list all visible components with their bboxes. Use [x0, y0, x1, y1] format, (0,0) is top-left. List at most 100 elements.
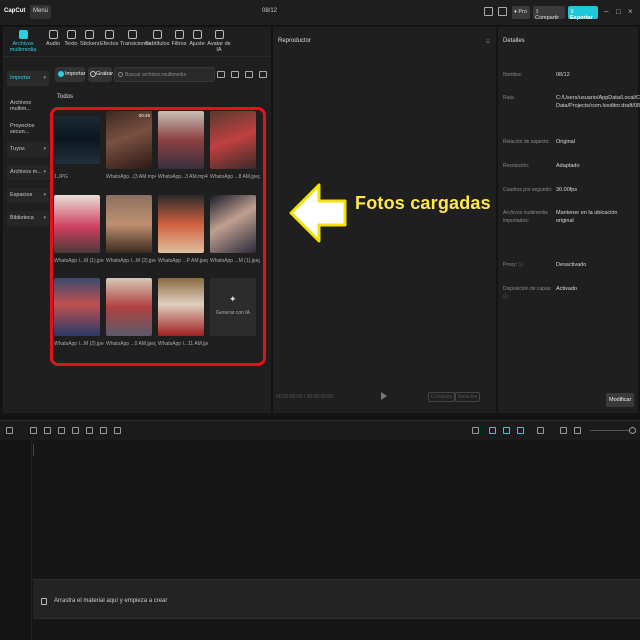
split-icon[interactable]: [58, 427, 65, 434]
detail-key: Archivos multimedia importados:: [503, 210, 548, 224]
track-headers: [0, 441, 32, 640]
sidebar-item-label: Espacios: [10, 192, 33, 198]
tool-filter[interactable]: Filtros: [170, 30, 188, 47]
tool-text[interactable]: Texto: [63, 30, 79, 47]
tool-adjust[interactable]: Ajuste: [189, 30, 205, 47]
tool-effects[interactable]: Efectos: [100, 30, 118, 47]
sidebar-item[interactable]: Importar ▾: [7, 71, 49, 86]
media-thumbnail[interactable]: [54, 195, 100, 253]
tool-sticker[interactable]: Stickers: [80, 30, 100, 47]
share-button[interactable]: ⇪ Compartir: [533, 6, 565, 21]
export-label: Exportar: [570, 15, 593, 21]
tool-label: Avatar de IA: [207, 41, 231, 53]
sort-icon[interactable]: [245, 71, 253, 78]
zoom-out-icon[interactable]: [560, 427, 567, 434]
import-button[interactable]: Importar: [55, 67, 85, 82]
select-icon[interactable]: [6, 427, 13, 434]
redo-icon[interactable]: [44, 427, 51, 434]
link-icon[interactable]: [503, 427, 510, 434]
effects-icon: [104, 30, 114, 39]
detail-key: Proxy: ⓘ: [503, 262, 524, 268]
import-label: Importar: [65, 71, 86, 77]
timeline-area[interactable]: Arrastra el material aquí y empieza a cr…: [0, 441, 640, 640]
media-thumbnail[interactable]: [158, 195, 204, 253]
shortcut-icon[interactable]: [498, 7, 507, 16]
drop-zone[interactable]: Arrastra el material aquí y empieza a cr…: [33, 579, 640, 619]
detail-value: 30.00fps: [556, 187, 578, 193]
snap-icon[interactable]: [537, 427, 544, 434]
zoom-slider[interactable]: [590, 430, 630, 431]
trim-right-icon[interactable]: [86, 427, 93, 434]
media-thumbnail[interactable]: [106, 278, 152, 336]
sidebar-item[interactable]: Archivos m... ▾: [7, 165, 49, 180]
detail-value: Mantener en la ubicación original: [556, 210, 618, 224]
folder-icon[interactable]: [217, 71, 225, 78]
shield-icon[interactable]: [114, 427, 121, 434]
export-button[interactable]: ⇪ Exportar: [568, 6, 598, 21]
avatar-icon: [214, 30, 224, 39]
modify-button[interactable]: Modificar: [606, 393, 634, 407]
text-icon: [66, 30, 76, 39]
fit-icon[interactable]: [574, 427, 581, 434]
thumbnail-image: [158, 278, 204, 336]
media-thumbnail[interactable]: [210, 195, 256, 253]
media-thumbnail[interactable]: [106, 195, 152, 253]
undo-icon[interactable]: [30, 427, 37, 434]
transition-icon: [127, 30, 137, 39]
player-menu-icon[interactable]: ≡: [485, 37, 490, 46]
tool-label: Filtros: [171, 41, 187, 47]
thumbnail-image: [158, 111, 204, 169]
preview-axis-icon[interactable]: [517, 427, 524, 434]
tool-audio[interactable]: Audio: [45, 30, 61, 47]
layout-icon[interactable]: [484, 7, 493, 16]
sidebar-item[interactable]: Biblioteca ▾: [7, 211, 49, 226]
thumbnail-image: [54, 195, 100, 253]
search-input[interactable]: Buscar archivos multimedia: [114, 67, 215, 82]
tool-media[interactable]: Archivos multimedia: [3, 30, 43, 53]
tool-transition[interactable]: Transiciones: [120, 30, 151, 47]
details-title: Detalles: [503, 38, 525, 44]
annotation-text: Fotos cargadas: [355, 193, 491, 213]
timecode: 00:00:00:00 / 00:00:00:00: [276, 394, 333, 400]
media-filename: WhatsApp...(3 AM.mp4: [106, 174, 156, 180]
playhead[interactable]: [33, 444, 34, 456]
media-thumbnail[interactable]: [158, 278, 204, 336]
pro-button[interactable]: ♦ Pro: [512, 6, 530, 19]
grid-view-icon[interactable]: [231, 71, 239, 78]
sidebar-item[interactable]: Proyectos secun...: [7, 119, 49, 135]
media-filename: WhatsApp I...M (2).jpeg: [106, 258, 156, 264]
full-button[interactable]: Completo: [428, 392, 456, 402]
media-thumbnail[interactable]: [54, 116, 100, 164]
chevron-down-icon: ▾: [43, 169, 46, 175]
main-track-icon[interactable]: [489, 427, 496, 434]
trim-left-icon[interactable]: [72, 427, 79, 434]
sidebar-item[interactable]: Archivos multim...: [7, 96, 49, 112]
delete-icon[interactable]: [100, 427, 107, 434]
record-button[interactable]: Grabar: [88, 67, 113, 82]
close-icon[interactable]: ×: [628, 7, 633, 16]
media-thumbnail[interactable]: 00:49: [106, 111, 152, 169]
menu-button[interactable]: Menú: [30, 5, 51, 19]
media-thumbnail[interactable]: [54, 278, 100, 336]
filter-icon[interactable]: [259, 71, 267, 78]
duration-badge: 00:49: [138, 113, 150, 118]
media-thumbnail[interactable]: [210, 111, 256, 169]
tool-avatar[interactable]: Avatar de IA: [206, 30, 232, 53]
project-title: 08/12: [262, 8, 278, 14]
media-thumbnail[interactable]: [158, 111, 204, 169]
ratio-button[interactable]: Relación: [455, 392, 481, 402]
maximize-icon[interactable]: □: [616, 7, 621, 16]
sidebar-item[interactable]: Tuyos ▾: [7, 142, 49, 157]
microphone-icon[interactable]: [472, 427, 479, 434]
sidebar-item[interactable]: Espacios ▾: [7, 188, 49, 203]
media-icon: [18, 30, 28, 39]
play-icon[interactable]: [381, 392, 387, 400]
thumbnail-image: [210, 195, 256, 253]
tool-subtitles[interactable]: Subtítulos: [145, 30, 169, 47]
sidebar-item-label: Importar: [10, 75, 31, 81]
zoom-in-icon[interactable]: [629, 427, 636, 434]
search-placeholder: Buscar archivos multimedia: [125, 72, 187, 78]
tool-label: Stickers: [80, 41, 100, 47]
minimize-icon[interactable]: –: [604, 7, 608, 16]
generate-ai-tile[interactable]: ✦ Generar con IA: [210, 278, 256, 336]
